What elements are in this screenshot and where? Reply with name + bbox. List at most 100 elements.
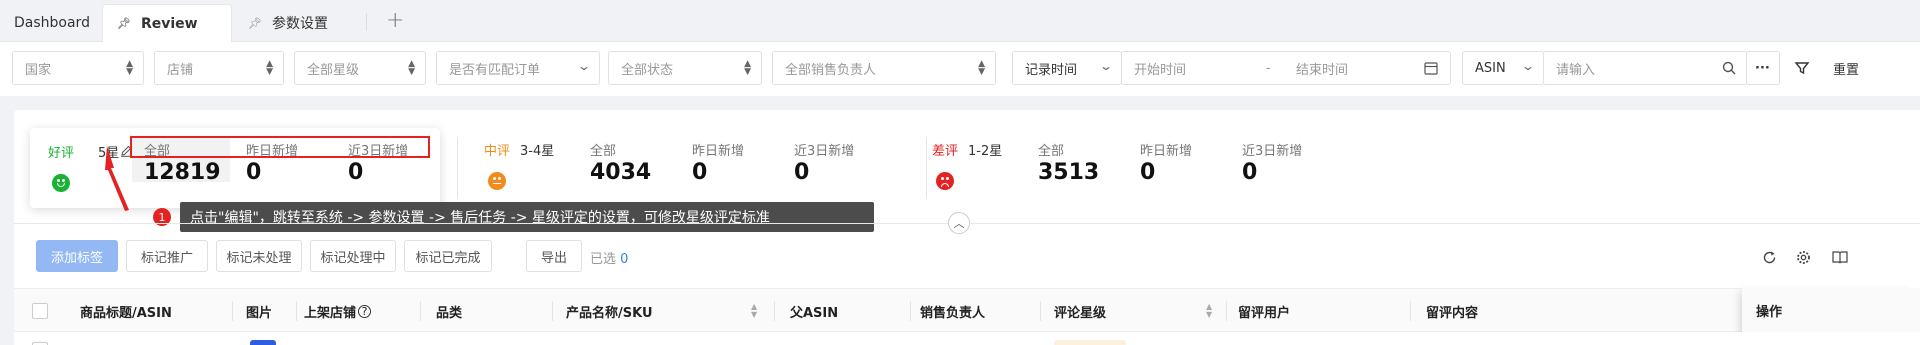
bad-last3-label: 近3日新增 [1242, 144, 1303, 159]
end-time-input[interactable]: 结束时间 [1296, 59, 1348, 78]
search-field-select[interactable]: ASIN ⌄ [1462, 51, 1544, 85]
smile-icon [52, 174, 70, 192]
start-time-input[interactable]: 开始时间 [1134, 59, 1186, 78]
column-title: 操作 [1756, 304, 1783, 320]
more-button[interactable]: ··· [1746, 51, 1780, 85]
add-tag-button[interactable]: 添加标签 [36, 240, 118, 272]
column-divider [552, 301, 553, 321]
select-all-checkbox[interactable] [32, 303, 48, 319]
mark-processing-button[interactable]: 标记处理中 [310, 240, 396, 272]
add-tab-icon[interactable]: + [386, 8, 404, 33]
column-title: 留评内容 [1426, 305, 1479, 321]
mid-yesterday-value[interactable]: 0 [692, 160, 707, 185]
column-title: 上架店铺 [304, 305, 357, 321]
column-header: 销售负责人 [920, 289, 985, 333]
refresh-icon[interactable] [1762, 248, 1777, 266]
select-placeholder: 是否有匹配订单 [449, 62, 541, 78]
mid-last3-value[interactable]: 0 [794, 160, 809, 185]
pin-icon[interactable]: 📌︎ [248, 17, 262, 30]
tab-review[interactable]: 📌︎ Review [102, 4, 232, 42]
time-type-select[interactable]: 记录时间 ⌄ [1012, 51, 1122, 85]
sort-arrows-icon: ▲ ▼ [126, 59, 133, 77]
column-header: 留评内容 [1426, 289, 1478, 333]
selected-number: 0 [620, 252, 629, 267]
table-row [14, 332, 1920, 345]
settings-icon[interactable] [1796, 248, 1811, 266]
tab-bar: Dashboard 📌︎ Review 📌︎ 参数设置 + [0, 0, 1920, 42]
search-input[interactable]: 请输入 [1543, 51, 1747, 85]
mid-last3-label: 近3日新增 [794, 144, 855, 159]
filter-bar: 国家 ▲ ▼ 店铺 ▲ ▼ 全部星级 ▲ ▼ 是否有匹配订单 ⌄ 全部状态 ▲ ▼ 全部销售负责人… [0, 42, 1920, 96]
column-header[interactable]: 评论星级 [1054, 289, 1106, 333]
mid-all-value[interactable]: 4034 [590, 160, 651, 185]
export-button[interactable]: 导出 [526, 240, 582, 272]
column-title: 留评用户 [1238, 305, 1291, 321]
bad-last3-value[interactable]: 0 [1242, 160, 1257, 185]
column-header: 图片 [246, 289, 272, 333]
button-label: 标记未处理 [226, 250, 292, 266]
date-range-picker[interactable]: 开始时间 - 结束时间 [1121, 51, 1451, 85]
bad-yesterday-label: 昨日新增 [1140, 144, 1193, 159]
annotation-arrow [105, 146, 129, 211]
column-divider [296, 301, 297, 321]
sort-arrows-icon: ▲ ▼ [978, 59, 985, 77]
column-divider [1040, 301, 1041, 321]
matched-order-select[interactable]: 是否有匹配订单 ⌄ [436, 51, 600, 85]
filter-icon[interactable] [1790, 51, 1814, 85]
column-title: 评论星级 [1054, 305, 1107, 321]
select-value: ASIN [1475, 60, 1506, 76]
select-placeholder: 全部销售负责人 [785, 62, 877, 78]
collapse-icon[interactable]: ︿ [948, 212, 970, 234]
selected-label: 已选 [590, 252, 617, 267]
stars-select[interactable]: 全部星级 ▲ ▼ [294, 51, 426, 85]
button-label: 导出 [540, 250, 567, 266]
column-divider [774, 301, 775, 321]
column-header[interactable]: 产品名称/SKU [566, 289, 653, 333]
column-header: 操作 [1756, 288, 1782, 332]
select-placeholder: 全部星级 [307, 62, 360, 78]
bad-label: 差评 [932, 144, 959, 159]
button-label: 标记处理中 [320, 250, 386, 266]
status-select[interactable]: 全部状态 ▲ ▼ [608, 51, 762, 85]
good-last3-value[interactable]: 0 [348, 160, 363, 185]
more-icon: ··· [1755, 60, 1770, 76]
mark-promo-button[interactable]: 标记推广 [126, 240, 208, 272]
sort-icon[interactable]: ▲ ▼ [1206, 303, 1212, 319]
button-label: 标记已完成 [415, 250, 481, 266]
mark-done-button[interactable]: 标记已完成 [404, 240, 492, 272]
bad-all-value[interactable]: 3513 [1038, 160, 1099, 185]
step-number: 1 [158, 210, 166, 224]
select-placeholder: 全部状态 [621, 62, 674, 78]
mid-label: 中评 [484, 144, 511, 159]
tab-label: 参数设置 [271, 16, 328, 32]
country-select[interactable]: 国家 ▲ ▼ [12, 51, 144, 85]
mark-pending-button[interactable]: 标记未处理 [216, 240, 302, 272]
sales-owner-select[interactable]: 全部销售负责人 ▲ ▼ [772, 51, 996, 85]
highlight-box [130, 136, 430, 158]
sort-icon[interactable]: ▲ ▼ [751, 303, 757, 319]
product-image [250, 340, 276, 345]
bad-sub: 1-2星 [968, 144, 1003, 159]
sad-face-icon [936, 172, 954, 190]
column-title: 销售负责人 [920, 305, 986, 321]
store-select[interactable]: 店铺 ▲ ▼ [154, 51, 284, 85]
tab-label: Dashboard [14, 15, 90, 31]
search-icon[interactable] [1722, 60, 1736, 75]
column-divider [910, 301, 911, 321]
chevron-down-icon: ⌄ [1098, 59, 1114, 73]
select-value: 记录时间 [1025, 62, 1078, 78]
column-header: 父ASIN [790, 289, 838, 333]
good-yesterday-value[interactable]: 0 [246, 160, 261, 185]
pin-icon[interactable]: 📌︎ [117, 17, 131, 30]
mid-all-label: 全部 [590, 144, 617, 159]
reset-button[interactable]: 重置 [1826, 51, 1866, 85]
tab-dashboard[interactable]: Dashboard [14, 4, 90, 42]
range-separator: - [1266, 60, 1271, 76]
column-title: 父ASIN [790, 305, 839, 321]
help-icon[interactable]: ? [358, 304, 372, 318]
tab-params[interactable]: 📌︎ 参数设置 [248, 4, 328, 42]
bad-all-label: 全部 [1038, 144, 1065, 159]
column-header: 品类 [436, 289, 462, 333]
bad-yesterday-value[interactable]: 0 [1140, 160, 1155, 185]
columns-icon[interactable] [1832, 248, 1848, 266]
